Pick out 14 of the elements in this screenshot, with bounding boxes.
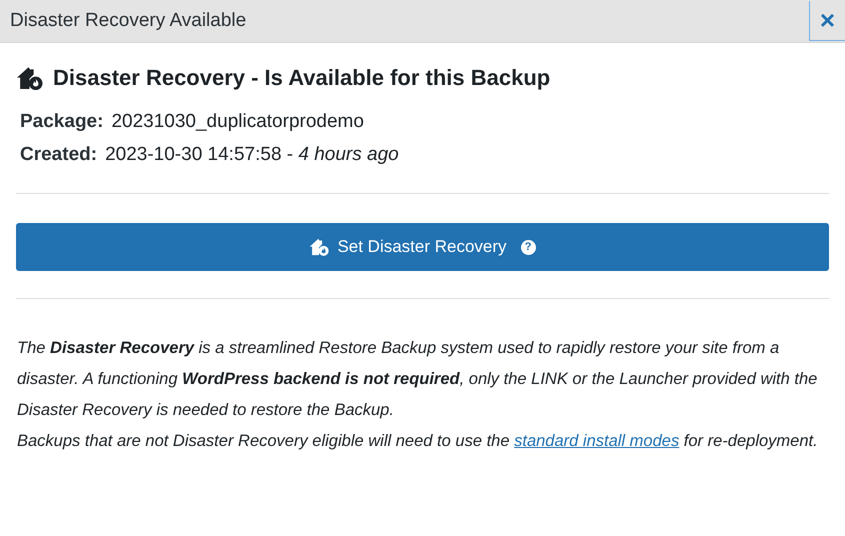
install-modes-note: Backups that are not Disaster Recovery eligible will need to use the standard install modes for re-deployment. <box>17 431 819 452</box>
standard-install-modes-link[interactable]: standard install modes <box>514 432 680 450</box>
section-heading: Disaster Recovery - Is Available for this Backup <box>53 65 550 91</box>
close-button[interactable]: × <box>809 1 845 41</box>
detail-label: Created: <box>20 144 98 166</box>
detail-value: 20231030_duplicatorprodemo <box>111 111 364 133</box>
dialog-title: Disaster Recovery Available <box>9 10 246 32</box>
set-disaster-recovery-button[interactable]: Set Disaster Recovery ? <box>16 223 829 271</box>
house-fire-icon <box>309 238 330 256</box>
help-icon[interactable]: ? <box>520 240 536 254</box>
description-paragraph: The Disaster Recovery is a streamlined Restore Backup system used to rapidly restore your site from a disaster. A functioning WordPress backend is not required, only the LINK or the Launcher provided with the Disaster Recovery is needed to restore the Backup. <box>17 338 818 421</box>
detail-label: Package: <box>20 111 104 133</box>
house-fire-icon <box>16 66 43 90</box>
detail-value: 2023-10-30 14:57:58 - 4 hours ago <box>105 144 399 166</box>
